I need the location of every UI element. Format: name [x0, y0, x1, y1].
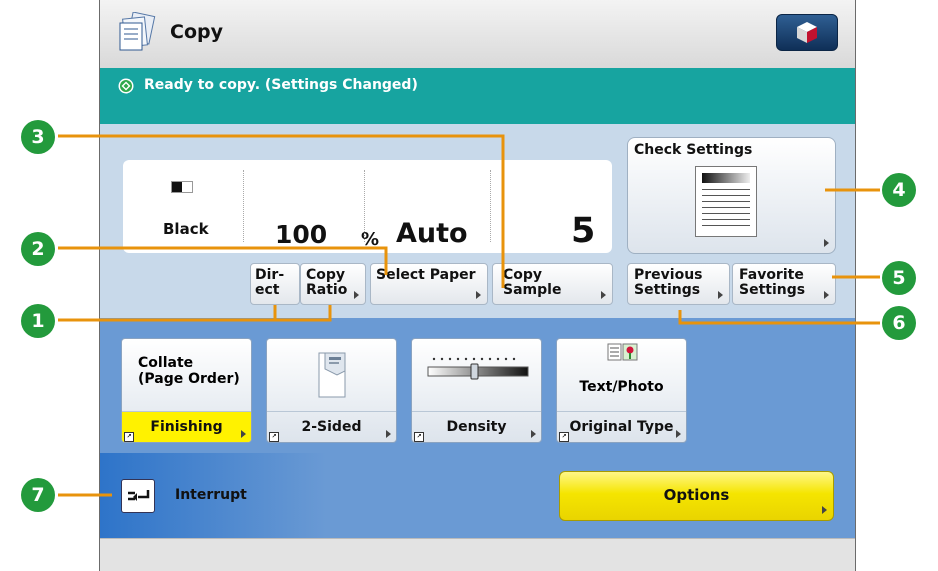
copy-screen: Copy Ready to copy. (Settings Changed) B… — [99, 0, 856, 571]
chevron-right-icon — [601, 291, 606, 299]
original-type-label-area: Original Type ↗ — [557, 411, 686, 442]
options-button[interactable]: Options — [559, 471, 834, 521]
original-type-label: Original Type — [569, 419, 674, 435]
finishing-label-area: Finishing ↗ — [122, 411, 251, 442]
original-type-top: Text/Photo — [557, 339, 686, 411]
chevron-right-icon — [824, 239, 829, 247]
previous-settings-button[interactable]: Previous Settings — [627, 263, 730, 305]
callout-3: 3 — [21, 120, 55, 154]
callout-4: 4 — [882, 173, 916, 207]
interrupt-button[interactable] — [121, 479, 155, 513]
chevron-right-icon — [676, 430, 681, 438]
copy-ratio-button[interactable]: Copy Ratio — [300, 263, 366, 305]
document-preview-icon — [695, 166, 757, 237]
menu-button[interactable] — [776, 14, 838, 51]
copy-quantity-value: 5 — [571, 211, 596, 251]
finishing-setting-label: Collate (Page Order) — [138, 355, 240, 387]
callout-1: 1 — [21, 304, 55, 338]
two-sided-button[interactable]: 2-Sided ↗ — [266, 338, 397, 443]
chevron-right-icon — [824, 291, 829, 299]
two-sided-label-area: 2-Sided ↗ — [267, 411, 396, 442]
app-title: Copy — [170, 21, 223, 43]
select-paper-button[interactable]: Select Paper — [370, 263, 488, 305]
chevron-right-icon — [822, 506, 827, 514]
status-bar: Ready to copy. (Settings Changed) — [100, 68, 855, 124]
original-type-button[interactable]: Text/Photo Original Type ↗ — [556, 338, 687, 443]
color-mode-value: Black — [163, 220, 209, 238]
direct-button-label: Dir- ect — [255, 267, 285, 298]
chevron-right-icon — [476, 291, 481, 299]
two-sided-label: 2-Sided — [301, 419, 362, 435]
shortcut-icon: ↗ — [414, 432, 424, 442]
two-sided-page-icon — [318, 352, 346, 398]
chevron-right-icon — [718, 291, 723, 299]
callout-6: 6 — [882, 306, 916, 340]
ready-indicator-icon — [118, 78, 134, 94]
settings-area: Black 100 % Auto 5 Dir- ect Copy Ratio S… — [100, 124, 855, 318]
two-sided-top — [267, 339, 396, 411]
chevron-right-icon — [531, 430, 536, 438]
callout-5: 5 — [882, 261, 916, 295]
copy-ratio-value: 100 — [275, 220, 328, 249]
current-settings-panel: Black 100 % Auto 5 — [123, 160, 612, 253]
check-settings-button[interactable]: Check Settings — [627, 137, 836, 254]
density-top — [412, 339, 541, 411]
direct-button[interactable]: Dir- ect — [250, 263, 300, 305]
cube-menu-icon — [797, 22, 817, 43]
density-slider-icon — [427, 357, 529, 380]
interrupt-label: Interrupt — [175, 487, 247, 503]
copy-ratio-button-label: Copy Ratio — [306, 267, 348, 298]
bottom-bar: Interrupt Options — [100, 453, 855, 538]
chevron-right-icon — [354, 291, 359, 299]
finishing-button[interactable]: Collate (Page Order) Finishing ↗ — [121, 338, 252, 443]
status-message: Ready to copy. (Settings Changed) — [144, 77, 418, 93]
text-photo-icon — [607, 343, 638, 361]
chevron-right-icon — [241, 430, 246, 438]
finishing-label: Finishing — [150, 419, 223, 435]
finishing-top: Collate (Page Order) — [122, 339, 251, 411]
color-mode-icon — [171, 181, 193, 193]
interrupt-icon — [128, 490, 150, 501]
divider — [490, 170, 491, 242]
function-buttons-area: Collate (Page Order) Finishing ↗ 2-Sided… — [100, 318, 855, 453]
density-label-area: Density ↗ — [412, 411, 541, 442]
density-button[interactable]: Density ↗ — [411, 338, 542, 443]
check-settings-label: Check Settings — [634, 142, 753, 158]
copy-sample-button-label: Copy Sample — [503, 267, 562, 298]
divider — [243, 170, 244, 242]
options-label: Options — [663, 486, 730, 504]
title-bar: Copy — [100, 0, 855, 69]
copy-sample-button[interactable]: Copy Sample — [492, 263, 613, 305]
copy-documents-icon — [119, 12, 156, 51]
original-type-value: Text/Photo — [579, 379, 664, 395]
favorite-settings-button[interactable]: Favorite Settings — [732, 263, 836, 305]
footer-bar — [100, 538, 855, 571]
shortcut-icon: ↗ — [269, 432, 279, 442]
density-label: Density — [446, 419, 507, 435]
select-paper-button-label: Select Paper — [376, 267, 476, 283]
chevron-right-icon — [386, 430, 391, 438]
favorite-settings-label: Favorite Settings — [739, 267, 806, 298]
callout-2: 2 — [21, 232, 55, 266]
divider — [364, 170, 365, 242]
paper-value: Auto — [396, 218, 468, 249]
shortcut-icon: ↗ — [124, 432, 134, 442]
callout-7: 7 — [21, 478, 55, 512]
previous-settings-label: Previous Settings — [634, 267, 703, 298]
shortcut-icon: ↗ — [559, 432, 569, 442]
